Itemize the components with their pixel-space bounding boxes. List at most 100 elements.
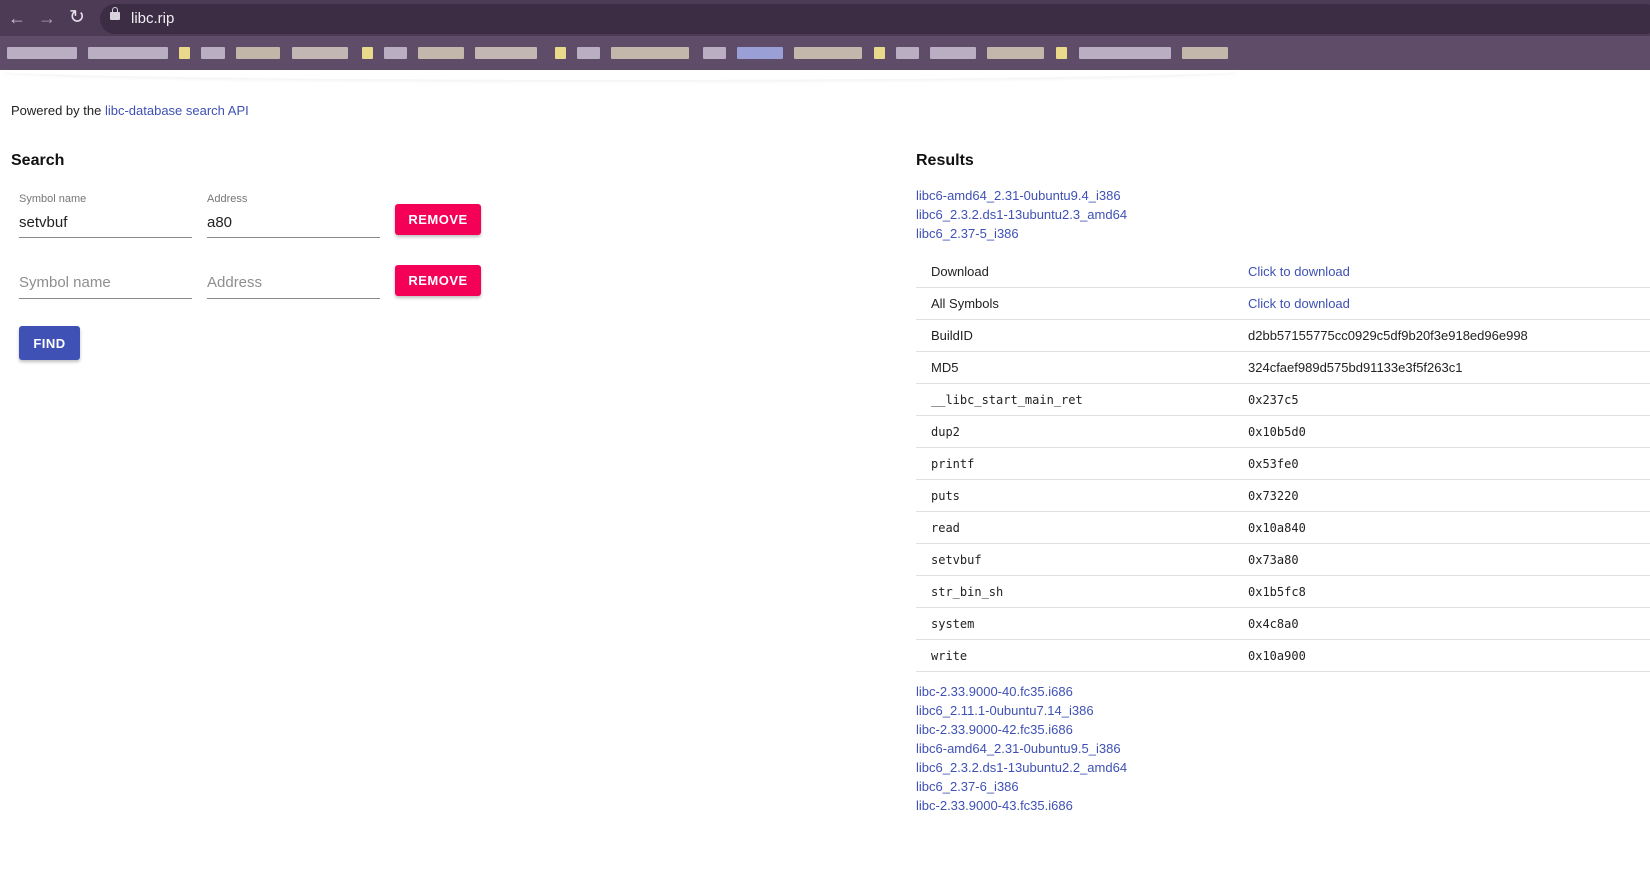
address-bar[interactable] — [100, 4, 1650, 34]
browser-toolbar: ← → ↻ libc.rip — [0, 0, 1650, 36]
bookmark-item[interactable] — [7, 47, 77, 59]
bookmark-item[interactable] — [703, 47, 726, 59]
bookmark-item[interactable] — [737, 47, 783, 59]
bookmark-item[interactable] — [362, 47, 373, 59]
detail-row: str_bin_sh 0x1b5fc8 — [916, 575, 1650, 608]
bookmark-item[interactable] — [577, 47, 600, 59]
detail-row: puts 0x73220 — [916, 479, 1650, 512]
bookmark-item[interactable] — [1182, 47, 1228, 59]
detail-row: All Symbols Click to download — [916, 287, 1650, 320]
detail-value: 324cfaef989d575bd91133e3f5f263c1 — [1248, 351, 1650, 384]
page-edge — [0, 70, 1240, 80]
api-link[interactable]: libc-database search API — [105, 103, 249, 118]
result-link[interactable]: libc-2.33.9000-42.fc35.i686 — [916, 722, 1073, 737]
result-link[interactable]: libc6_2.11.1-0ubuntu7.14_i386 — [916, 703, 1094, 718]
result-link[interactable]: libc6_2.3.2.ds1-13ubuntu2.2_amd64 — [916, 760, 1127, 775]
bookmark-item[interactable] — [1056, 47, 1067, 59]
detail-key: system — [916, 607, 1248, 640]
bookmark-item[interactable] — [1079, 47, 1171, 59]
detail-row: setvbuf 0x73a80 — [916, 543, 1650, 576]
bookmark-item[interactable] — [611, 47, 689, 59]
lock-icon[interactable] — [110, 7, 120, 20]
detail-key: Download — [916, 256, 1248, 288]
forward-arrow-icon[interactable]: → — [36, 7, 58, 29]
detail-key: setvbuf — [916, 543, 1248, 576]
detail-row: dup2 0x10b5d0 — [916, 415, 1650, 448]
bookmark-item[interactable] — [475, 47, 537, 59]
symbol-name-input[interactable] — [19, 214, 189, 231]
detail-row: BuildID d2bb57155775cc0929c5df9b20f3e918e… — [916, 319, 1650, 352]
result-link[interactable]: libc6-amd64_2.31-0ubuntu9.4_i386 — [916, 188, 1121, 203]
detail-row: __libc_start_main_ret 0x237c5 — [916, 383, 1650, 416]
bookmark-item[interactable] — [236, 47, 280, 59]
download-link[interactable]: Click to download — [1248, 264, 1350, 279]
detail-key: BuildID — [916, 319, 1248, 352]
input-underline — [207, 237, 380, 238]
input-underline — [207, 298, 380, 299]
result-details-table: Download Click to download All Symbols Clic… — [916, 256, 1650, 672]
input-underline — [19, 237, 192, 238]
input-underline — [19, 298, 192, 299]
detail-row: system 0x4c8a0 — [916, 607, 1650, 640]
find-button[interactable]: Find — [19, 326, 80, 360]
symbol-name-field-2 — [19, 270, 192, 300]
bookmark-item[interactable] — [794, 47, 862, 59]
powered-by-text: Powered by the libc-database search API — [11, 103, 249, 118]
powered-by-prefix: Powered by the — [11, 103, 105, 118]
detail-value-cell: Click to download — [1248, 256, 1650, 288]
bookmark-item[interactable] — [987, 47, 1044, 59]
symbol-name-label: Symbol name — [19, 193, 87, 205]
symbol-name-input[interactable] — [19, 274, 189, 291]
address-input[interactable] — [207, 214, 377, 231]
detail-value: 0x10a900 — [1248, 639, 1650, 672]
bookmark-item[interactable] — [88, 47, 168, 59]
bookmark-item[interactable] — [930, 47, 976, 59]
bookmark-item[interactable] — [179, 47, 190, 59]
detail-row: printf 0x53fe0 — [916, 447, 1650, 480]
detail-value: 0x73220 — [1248, 479, 1650, 512]
address-field-2 — [207, 270, 380, 300]
bookmark-item[interactable] — [874, 47, 885, 59]
detail-key: dup2 — [916, 415, 1248, 448]
result-link[interactable]: libc6_2.37-6_i386 — [916, 779, 1019, 794]
detail-value-cell: Click to download — [1248, 287, 1650, 320]
result-link[interactable]: libc6-amd64_2.31-0ubuntu9.5_i386 — [916, 741, 1121, 756]
detail-key: read — [916, 511, 1248, 544]
address-label: Address — [207, 193, 248, 205]
detail-value: 0x10a840 — [1248, 511, 1650, 544]
symbol-name-field-1: Symbol name — [19, 193, 192, 239]
remove-button-2[interactable]: Remove — [395, 265, 481, 296]
detail-value: 0x1b5fc8 — [1248, 575, 1650, 608]
detail-key: str_bin_sh — [916, 575, 1248, 608]
bookmark-item[interactable] — [384, 47, 407, 59]
bookmark-item[interactable] — [418, 47, 464, 59]
detail-value: 0x4c8a0 — [1248, 607, 1650, 640]
url-text[interactable]: libc.rip — [131, 10, 174, 27]
result-link[interactable]: libc-2.33.9000-43.fc35.i686 — [916, 798, 1073, 813]
detail-key: MD5 — [916, 351, 1248, 384]
result-link[interactable]: libc6_2.37-5_i386 — [916, 226, 1019, 241]
back-arrow-icon[interactable]: ← — [6, 7, 28, 29]
detail-row: MD5 324cfaef989d575bd91133e3f5f263c1 — [916, 351, 1650, 384]
detail-key: __libc_start_main_ret — [916, 383, 1248, 416]
bookmark-item[interactable] — [555, 47, 566, 59]
bookmark-item[interactable] — [896, 47, 919, 59]
address-field-1: Address — [207, 193, 380, 239]
detail-value: 0x237c5 — [1248, 383, 1650, 416]
results-heading: Results — [916, 152, 974, 169]
result-link[interactable]: libc6_2.3.2.ds1-13ubuntu2.3_amd64 — [916, 207, 1127, 222]
remove-button-1[interactable]: Remove — [395, 204, 481, 235]
detail-value: 0x73a80 — [1248, 543, 1650, 576]
detail-row: read 0x10a840 — [916, 511, 1650, 544]
reload-icon[interactable]: ↻ — [66, 7, 88, 29]
bookmark-item[interactable] — [201, 47, 225, 59]
detail-row: write 0x10a900 — [916, 639, 1650, 672]
result-link[interactable]: libc-2.33.9000-40.fc35.i686 — [916, 684, 1073, 699]
bookmark-item[interactable] — [292, 47, 348, 59]
address-input[interactable] — [207, 274, 377, 291]
detail-row: Download Click to download — [916, 256, 1650, 288]
bookmarks-bar — [0, 36, 1650, 70]
download-link[interactable]: Click to download — [1248, 296, 1350, 311]
detail-key: All Symbols — [916, 287, 1248, 320]
detail-value: 0x53fe0 — [1248, 447, 1650, 480]
